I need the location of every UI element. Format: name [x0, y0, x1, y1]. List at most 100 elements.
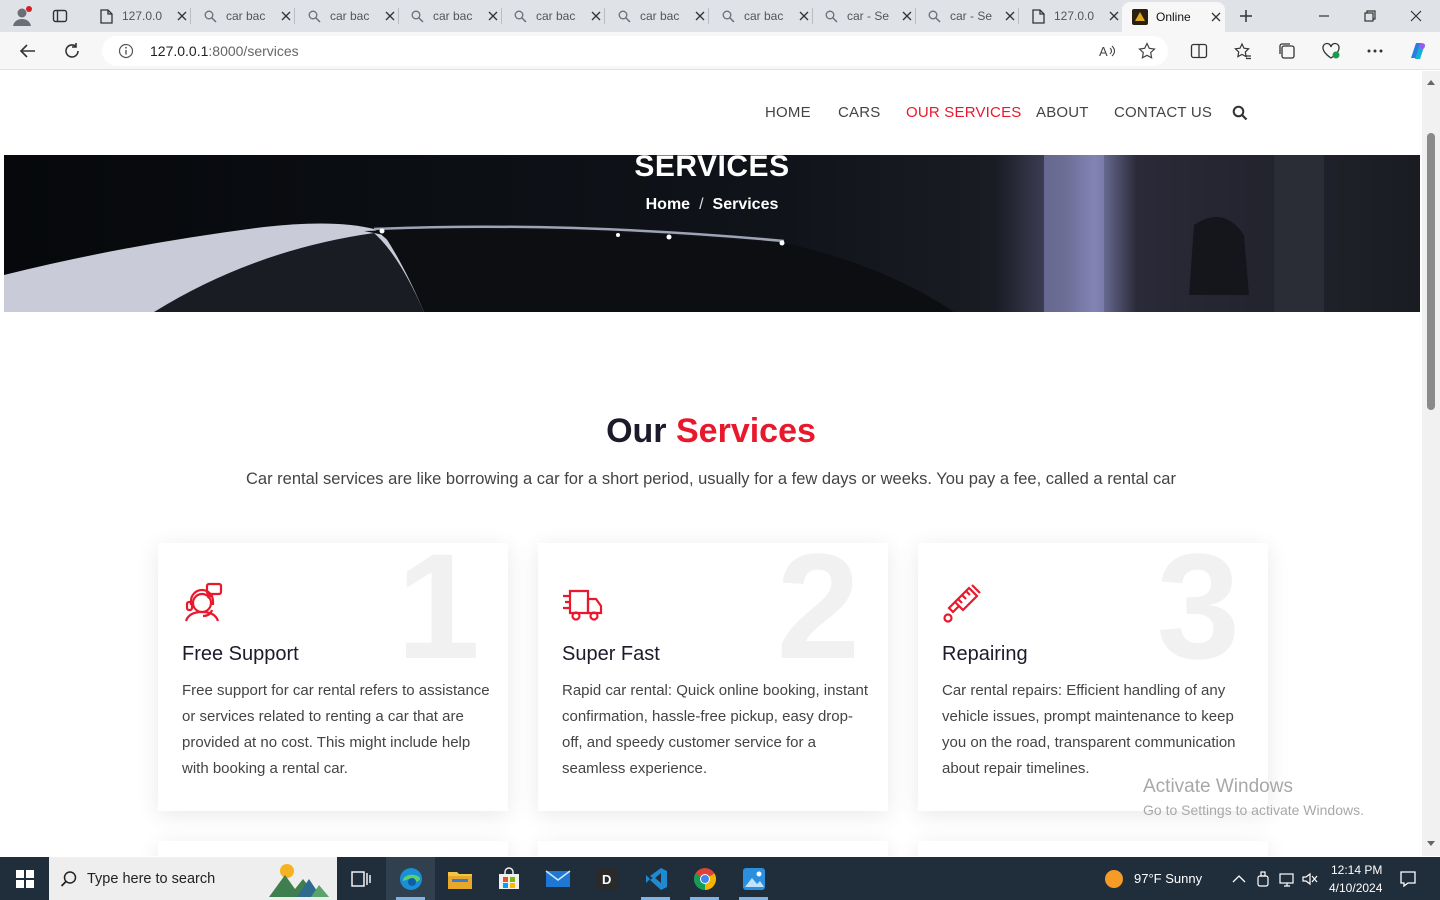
- taskbar-search-placeholder: Type here to search: [87, 871, 216, 887]
- photos-icon[interactable]: [729, 857, 778, 900]
- nav-our-services[interactable]: OUR SERVICES: [906, 104, 1022, 121]
- vscode-icon[interactable]: [631, 857, 680, 900]
- chrome-icon[interactable]: [680, 857, 729, 900]
- more-menu-icon[interactable]: [1361, 37, 1389, 65]
- close-tab-icon[interactable]: [692, 8, 708, 24]
- search-icon: [306, 8, 322, 24]
- search-icon: [616, 8, 632, 24]
- tab-label: car - Se: [847, 9, 890, 23]
- browser-tab[interactable]: car - Se: [813, 2, 916, 30]
- search-icon: [202, 8, 218, 24]
- windows-start-icon[interactable]: [0, 857, 49, 900]
- card-number: 1: [396, 543, 480, 690]
- site-icon: [1132, 9, 1148, 25]
- close-window-icon[interactable]: [1402, 2, 1430, 30]
- browser-tab[interactable]: car bac: [710, 2, 813, 30]
- tab-label: car bac: [536, 9, 576, 23]
- volume-muted-icon[interactable]: [1296, 865, 1324, 893]
- favorite-star-icon[interactable]: [1133, 37, 1161, 65]
- close-tab-icon[interactable]: [899, 8, 915, 24]
- collections-icon[interactable]: [1273, 37, 1301, 65]
- refresh-icon[interactable]: [58, 37, 86, 65]
- browser-tab[interactable]: 127.0.0: [88, 2, 191, 30]
- search-icon: [720, 8, 736, 24]
- browser-tab[interactable]: car bac: [399, 2, 502, 30]
- nav-home[interactable]: HOME: [765, 104, 811, 121]
- windows-taskbar: Type here to search D 97°F Sunny 12:14 P…: [0, 857, 1440, 900]
- browser-tab[interactable]: car - Se: [916, 2, 1019, 30]
- new-tab-button[interactable]: [1232, 2, 1260, 30]
- watermark-line-1: Activate Windows: [1143, 776, 1293, 797]
- close-tab-icon[interactable]: [588, 8, 604, 24]
- clock-date[interactable]: 4/10/2024: [1329, 881, 1382, 895]
- task-view-icon[interactable]: [336, 857, 385, 900]
- scroll-down-arrow-icon[interactable]: [1426, 839, 1436, 849]
- activate-windows-watermark: Activate Windows Go to Settings to activ…: [1143, 776, 1364, 818]
- service-card-repairing[interactable]: 3 Repairing Car rental repairs: Efficien…: [918, 543, 1268, 811]
- hero-title: SERVICES: [634, 155, 790, 183]
- browser-tab[interactable]: car bac: [502, 2, 605, 30]
- card-description: Free support for car rental refers to as…: [182, 682, 490, 777]
- tab-label: 127.0.0: [1054, 9, 1095, 23]
- url-host: 127.0.0.1: [150, 43, 209, 59]
- tab-label: car bac: [226, 9, 266, 23]
- nav-cars[interactable]: CARS: [838, 104, 880, 121]
- browser-tab[interactable]: Online: [1122, 2, 1225, 32]
- section-subtitle: Car rental services are like borrowing a…: [246, 470, 1176, 488]
- close-tab-icon[interactable]: [1106, 8, 1122, 24]
- weather-text[interactable]: 97°F Sunny: [1134, 871, 1202, 886]
- site-info-icon[interactable]: [112, 37, 140, 65]
- tab-label: car - Se: [950, 9, 993, 23]
- split-screen-icon[interactable]: [1185, 37, 1213, 65]
- read-aloud-icon[interactable]: A: [1094, 37, 1122, 65]
- close-tab-icon[interactable]: [796, 8, 812, 24]
- notifications-icon[interactable]: [1394, 865, 1422, 893]
- browser-tab-bar: 127.0.0 car bac car bac car bac car bac car b…: [0, 0, 1440, 32]
- close-tab-icon[interactable]: [1002, 8, 1018, 24]
- close-tab-icon[interactable]: [1208, 9, 1224, 25]
- browser-essentials-icon[interactable]: [1317, 37, 1345, 65]
- browser-tab[interactable]: car bac: [296, 2, 399, 30]
- search-icon[interactable]: [1226, 99, 1254, 127]
- close-tab-icon[interactable]: [485, 8, 501, 24]
- service-card-free-support[interactable]: 1 Free Support Free support for car rent…: [158, 543, 508, 811]
- scroll-up-arrow-icon[interactable]: [1426, 77, 1436, 87]
- browser-tab[interactable]: 127.0.0: [1020, 2, 1123, 30]
- profile-icon[interactable]: [8, 2, 36, 30]
- service-card-partial: [158, 841, 508, 856]
- dev-app-icon[interactable]: D: [582, 857, 631, 900]
- clock-time[interactable]: 12:14 PM: [1331, 863, 1382, 877]
- tab-separator: [294, 8, 295, 24]
- page-icon: [98, 8, 114, 24]
- page-icon: [1030, 8, 1046, 24]
- service-card-super-fast[interactable]: 2 Super Fast Rapid car rental: Quick onl…: [538, 543, 888, 811]
- tab-actions-icon[interactable]: [46, 2, 74, 30]
- section-title: Our Services: [0, 412, 1422, 451]
- close-tab-icon[interactable]: [278, 8, 294, 24]
- minimize-icon[interactable]: [1310, 2, 1338, 30]
- browser-tab[interactable]: car bac: [606, 2, 709, 30]
- nav-contact-us[interactable]: CONTACT US: [1114, 104, 1212, 121]
- weather-sun-icon[interactable]: [1100, 865, 1128, 893]
- scrollbar-thumb[interactable]: [1427, 133, 1435, 410]
- microsoft-store-icon[interactable]: [484, 857, 533, 900]
- breadcrumb-home-link[interactable]: Home: [646, 196, 690, 213]
- nav-about[interactable]: ABOUT: [1036, 104, 1089, 121]
- close-tab-icon[interactable]: [382, 8, 398, 24]
- close-tab-icon[interactable]: [174, 8, 190, 24]
- section-title-part-2: Services: [676, 412, 816, 450]
- copilot-icon[interactable]: [1404, 37, 1432, 65]
- tab-separator: [190, 8, 191, 24]
- favorites-icon[interactable]: [1229, 37, 1257, 65]
- browser-tab[interactable]: car bac: [192, 2, 295, 30]
- taskbar-search-box[interactable]: Type here to search: [49, 857, 337, 900]
- mail-icon[interactable]: [533, 857, 582, 900]
- restore-icon[interactable]: [1356, 2, 1384, 30]
- tab-label: Online: [1156, 10, 1191, 24]
- edge-browser-icon[interactable]: [386, 857, 435, 900]
- page-scrollbar[interactable]: [1422, 71, 1440, 856]
- url-field[interactable]: 127.0.0.1:8000/services A: [102, 36, 1168, 66]
- back-icon[interactable]: [14, 37, 42, 65]
- file-explorer-icon[interactable]: [435, 857, 484, 900]
- delivery-truck-icon: [562, 581, 604, 625]
